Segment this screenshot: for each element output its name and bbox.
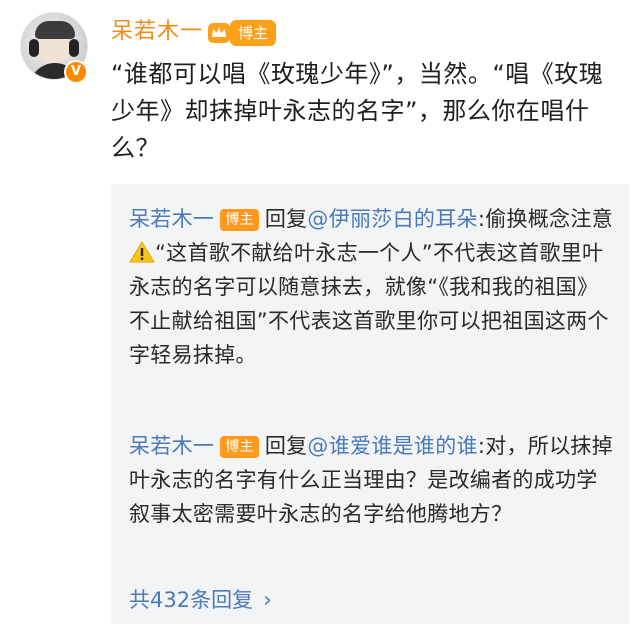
reply-panel: 呆若木一 博主 回复@伊丽莎白的耳朵:偷换概念注意“这首歌不献给叶永志一个人”不代表… — [111, 184, 629, 624]
chevron-right-icon: › — [263, 588, 272, 613]
more-replies-label: 共432条回复 — [129, 588, 254, 612]
more-replies-link[interactable]: 共432条回复 › — [129, 584, 272, 617]
reply-word: 回复 — [264, 434, 308, 458]
warning-icon — [129, 241, 155, 263]
crown-icon — [208, 23, 230, 43]
verified-badge-icon: V — [64, 60, 88, 84]
post-text: “谁都可以唱《玫瑰少年》”，当然。“唱《玫瑰少年》却抹掉叶永志的名字”，那么你在… — [111, 60, 604, 162]
reply-text: :偷换概念注意 — [477, 207, 614, 231]
blogger-badge: 博主 — [230, 20, 277, 46]
reply-item: 呆若木一 博主 回复@伊丽莎白的耳朵:偷换概念注意 “这首歌不献给叶永志一个人”不代表… — [129, 202, 615, 372]
username[interactable]: 呆若木一 — [111, 16, 203, 48]
reply-text: “这首歌不献给叶永志一个人”不代表这首歌里叶永志的名字可以随意抹去，就像“《我和… — [129, 241, 609, 367]
mention-link[interactable]: @伊丽莎白的耳朵 — [307, 207, 477, 231]
reply-item: 呆若木一 博主 回复@谁爱谁是谁的谁:对，所以抹掉叶永志的名字有什么正当理由？是改编… — [129, 429, 615, 531]
reply-word: 回复 — [264, 207, 308, 231]
mention-link[interactable]: @谁爱谁是谁的谁 — [307, 434, 477, 458]
blogger-badge: 博主 — [220, 436, 259, 458]
blogger-badge: 博主 — [220, 209, 259, 231]
reply-author[interactable]: 呆若木一 — [129, 207, 214, 231]
reply-author[interactable]: 呆若木一 — [129, 434, 214, 458]
weibo-comment: V 呆若木一 博主 “谁都可以唱《玫瑰少年》”，当然。“唱《玫瑰少年》却抹掉叶永… — [0, 0, 640, 625]
